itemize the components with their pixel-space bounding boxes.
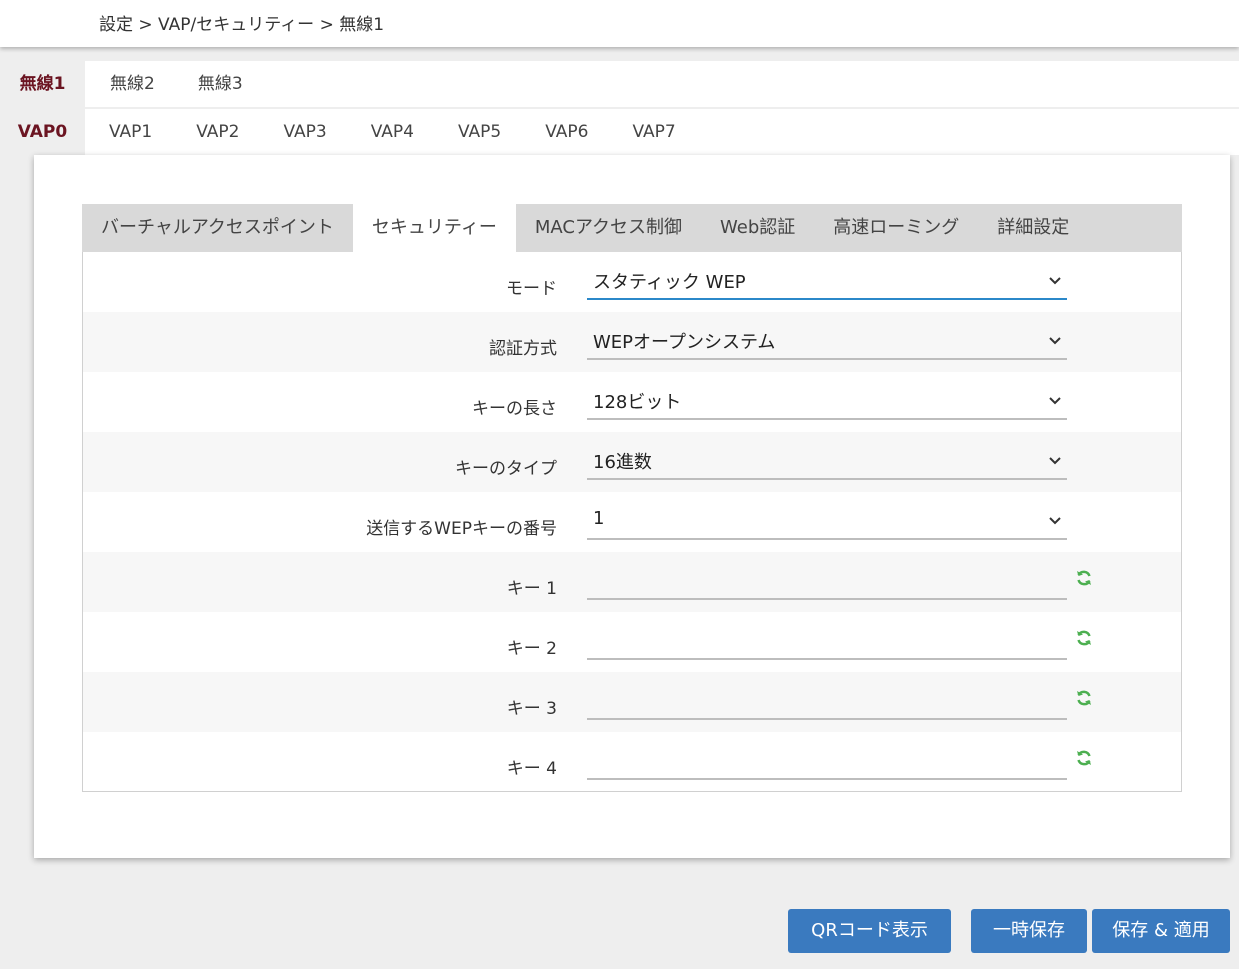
key-3-input[interactable] <box>587 688 1067 720</box>
refresh-icon[interactable] <box>1074 688 1094 708</box>
tab-radio-2[interactable]: 無線2 <box>110 61 155 107</box>
chevron-down-icon <box>1049 337 1061 345</box>
refresh-icon[interactable] <box>1074 748 1094 768</box>
form-row-tx-key-index: 送信するWEPキーの番号 1 <box>83 492 1181 552</box>
tx-key-index-select[interactable]: 1 <box>587 500 1067 540</box>
key-type-value: 16進数 <box>593 452 652 473</box>
tab-radio-3[interactable]: 無線3 <box>198 61 243 107</box>
key-4-label: キー 4 <box>506 759 557 779</box>
form-row-key-type: キーのタイプ 16進数 <box>83 432 1181 492</box>
key-length-label: キーの長さ <box>472 399 557 419</box>
radio-tab-row: 無線1 無線2 無線3 <box>0 61 1239 107</box>
breadcrumb: 設定 > VAP/セキュリティー > 無線1 <box>99 15 385 35</box>
tab-vap-6[interactable]: VAP6 <box>545 109 588 155</box>
tab-web-auth[interactable]: Web認証 <box>701 204 814 252</box>
tab-vap-3[interactable]: VAP3 <box>284 109 327 155</box>
tab-vap-4[interactable]: VAP4 <box>371 109 414 155</box>
form-row-key-1: キー 1 <box>83 552 1181 612</box>
security-form: モード スタティック WEP 認証方式 WEPオープンシステム キーの長さ 12… <box>82 252 1182 792</box>
auth-method-value: WEPオープンシステム <box>593 332 776 353</box>
tx-key-index-value: 1 <box>593 508 605 529</box>
mode-select[interactable]: スタティック WEP <box>587 260 1067 300</box>
key-1-label: キー 1 <box>506 579 557 599</box>
mode-label: モード <box>506 279 557 299</box>
chevron-down-icon <box>1049 397 1061 405</box>
qr-code-button[interactable]: QRコード表示 <box>788 909 951 953</box>
tab-radio-1[interactable]: 無線1 <box>0 61 85 107</box>
key-3-label: キー 3 <box>506 699 557 719</box>
tab-virtual-access-point[interactable]: バーチャルアクセスポイント <box>82 204 353 252</box>
auth-method-label: 認証方式 <box>489 339 557 359</box>
refresh-icon[interactable] <box>1074 628 1094 648</box>
tab-mac-access-control[interactable]: MACアクセス制御 <box>516 204 701 252</box>
key-2-label: キー 2 <box>506 639 557 659</box>
top-bar: 設定 > VAP/セキュリティー > 無線1 <box>0 0 1239 47</box>
form-row-key-2: キー 2 <box>83 612 1181 672</box>
tab-vap-7[interactable]: VAP7 <box>633 109 676 155</box>
key-type-select[interactable]: 16進数 <box>587 440 1067 480</box>
form-row-auth-method: 認証方式 WEPオープンシステム <box>83 312 1181 372</box>
save-apply-button[interactable]: 保存 & 適用 <box>1092 909 1230 953</box>
tab-vap-5[interactable]: VAP5 <box>458 109 501 155</box>
tab-fast-roaming[interactable]: 高速ローミング <box>814 204 978 252</box>
tab-vap-0[interactable]: VAP0 <box>0 109 85 155</box>
key-length-value: 128ビット <box>593 392 682 413</box>
chevron-down-icon <box>1049 517 1061 525</box>
form-row-key-4: キー 4 <box>83 732 1181 792</box>
tab-security[interactable]: セキュリティー <box>352 204 516 252</box>
form-row-mode: モード スタティック WEP <box>83 252 1181 312</box>
tab-vap-1[interactable]: VAP1 <box>109 109 152 155</box>
key-4-input[interactable] <box>587 748 1067 780</box>
chevron-down-icon <box>1049 277 1061 285</box>
form-row-key-3: キー 3 <box>83 672 1181 732</box>
key-type-label: キーのタイプ <box>455 459 557 479</box>
key-1-input[interactable] <box>587 568 1067 600</box>
temp-save-button[interactable]: 一時保存 <box>971 909 1087 953</box>
tx-key-index-label: 送信するWEPキーの番号 <box>366 519 557 539</box>
mode-value: スタティック WEP <box>593 272 746 293</box>
vap-tab-row: VAP0 VAP1 VAP2 VAP3 VAP4 VAP5 VAP6 VAP7 <box>0 109 1239 155</box>
form-row-key-length: キーの長さ 128ビット <box>83 372 1181 432</box>
key-length-select[interactable]: 128ビット <box>587 380 1067 420</box>
auth-method-select[interactable]: WEPオープンシステム <box>587 320 1067 360</box>
refresh-icon[interactable] <box>1074 568 1094 588</box>
settings-panel: バーチャルアクセスポイント セキュリティー MACアクセス制御 Web認証 高速… <box>34 155 1230 858</box>
tab-vap-2[interactable]: VAP2 <box>196 109 239 155</box>
key-2-input[interactable] <box>587 628 1067 660</box>
chevron-down-icon <box>1049 457 1061 465</box>
tab-advanced-settings[interactable]: 詳細設定 <box>978 204 1088 252</box>
sub-tab-bar: バーチャルアクセスポイント セキュリティー MACアクセス制御 Web認証 高速… <box>82 204 1182 252</box>
